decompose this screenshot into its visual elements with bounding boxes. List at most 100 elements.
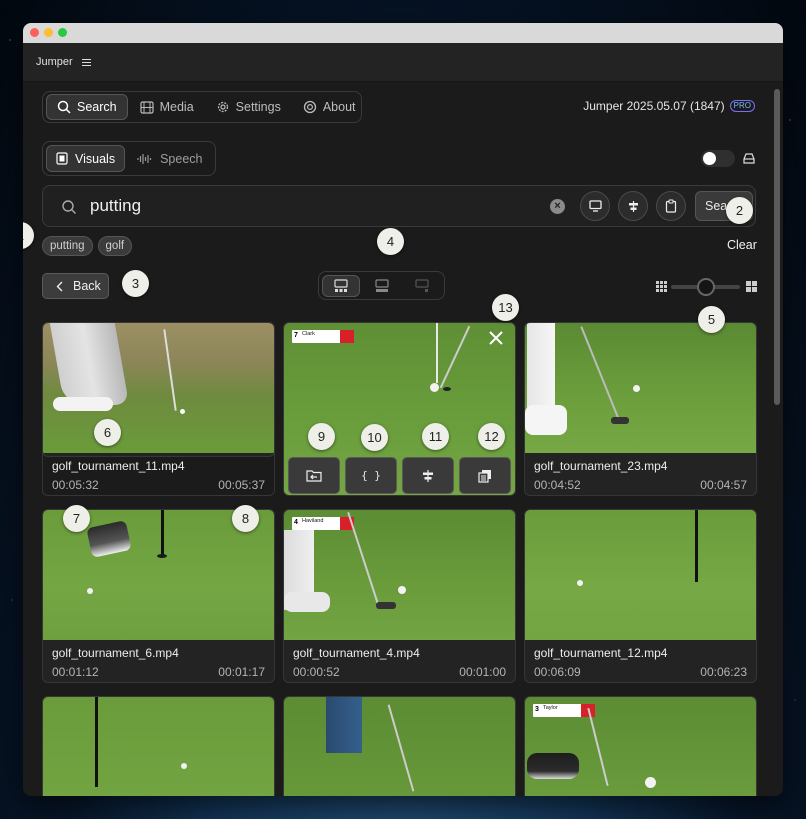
braces-icon: { }: [361, 469, 381, 482]
align-icon: [423, 469, 433, 482]
video-thumbnail[interactable]: 7 Clark { }: [284, 323, 515, 495]
mode-label: Speech: [160, 151, 203, 166]
small-grid-icon: [656, 281, 667, 292]
align-center-button[interactable]: [618, 191, 648, 221]
callout-badge: 9: [308, 423, 335, 450]
video-thumbnail[interactable]: 4 Haviland: [284, 510, 515, 640]
tab-label: Media: [159, 100, 194, 114]
drive-icon[interactable]: [742, 151, 756, 165]
layout-thumbnail-only[interactable]: [403, 275, 441, 297]
result-card[interactable]: [283, 696, 516, 796]
score-overlay: 4 Haviland: [292, 517, 354, 530]
file-name: golf_tournament_11.mp4: [52, 459, 185, 473]
mode-visuals[interactable]: Visuals: [46, 145, 126, 172]
start-time: 00:04:52: [534, 478, 581, 492]
hamburger-menu-icon[interactable]: [81, 58, 91, 66]
video-thumbnail[interactable]: [43, 697, 274, 796]
folder-icon: [306, 470, 322, 482]
putter: [347, 512, 379, 604]
video-thumbnail[interactable]: [525, 323, 756, 453]
card-actions: { }: [288, 457, 511, 494]
tag-chip[interactable]: golf: [97, 236, 133, 256]
layout-thumbnail-info[interactable]: [363, 275, 401, 297]
player-shoes: [525, 405, 567, 435]
end-time: 00:04:57: [700, 478, 747, 492]
copy-json-button[interactable]: { }: [345, 457, 397, 494]
film-frame-icon: [56, 152, 68, 165]
align-center-icon: [628, 200, 638, 212]
search-mode-switch: Visuals Speech: [42, 141, 216, 176]
result-card[interactable]: 4 Haviland golf_tournament_4.mp4 00:00:5…: [283, 509, 516, 683]
title-bar: [23, 23, 783, 43]
video-thumbnail[interactable]: [525, 510, 756, 640]
close-icon[interactable]: [487, 329, 505, 352]
clear-query-icon[interactable]: ×: [550, 199, 565, 214]
tab-about[interactable]: About: [293, 94, 366, 120]
toggle-switch[interactable]: [701, 150, 735, 167]
result-card-selected[interactable]: 7 Clark { }: [283, 322, 516, 496]
search-bar: putting × Search: [42, 185, 756, 227]
stack-clips-button[interactable]: [459, 457, 511, 494]
search-input[interactable]: putting: [90, 196, 141, 216]
start-time: 00:01:12: [52, 665, 99, 679]
zoom-window-button[interactable]: [58, 28, 67, 37]
result-card[interactable]: golf_tournament_6.mp4 00:01:12 00:01:17: [42, 509, 275, 683]
score-number: 4: [294, 519, 298, 526]
tab-media[interactable]: Media: [130, 94, 204, 120]
layout-thumbnail-actions[interactable]: [322, 274, 360, 297]
back-button[interactable]: Back: [42, 273, 109, 299]
minimize-window-button[interactable]: [44, 28, 53, 37]
tab-search[interactable]: Search: [46, 94, 128, 120]
thumbnail-size-slider[interactable]: [656, 278, 758, 296]
player-shoes: [86, 520, 132, 558]
result-card[interactable]: golf_tournament_23.mp4 00:04:52 00:04:57: [524, 322, 757, 496]
hole-cup: [157, 554, 167, 558]
score-overlay: 7 Clark: [292, 330, 354, 343]
film-icon: [140, 100, 154, 114]
mode-label: Visuals: [75, 151, 116, 166]
end-time: 00:05:37: [218, 478, 265, 492]
golf-ball: [577, 580, 583, 586]
golf-ball: [398, 586, 406, 594]
result-card[interactable]: golf_tournament_12.mp4 00:06:09 00:06:23: [524, 509, 757, 683]
reveal-folder-button[interactable]: [288, 457, 340, 494]
video-thumbnail[interactable]: 3 Taylor: [525, 697, 756, 796]
pro-badge: PRO: [729, 100, 755, 112]
end-time: 00:01:00: [459, 665, 506, 679]
callout-badge: 2: [726, 197, 753, 224]
callout-badge: 8: [232, 505, 259, 532]
flagstick: [436, 323, 438, 383]
file-name: golf_tournament_4.mp4: [293, 646, 420, 660]
start-time: 00:06:09: [534, 665, 581, 679]
close-window-button[interactable]: [30, 28, 39, 37]
callout-badge: 12: [478, 423, 505, 450]
scrollbar-thumb[interactable]: [774, 89, 780, 405]
waveform-icon: [137, 153, 152, 164]
tag-chips: putting golf: [42, 236, 133, 256]
layout-minimal-icon: [415, 278, 429, 292]
result-card[interactable]: [42, 696, 275, 796]
search-icon: [62, 200, 76, 214]
callout-badge: 11: [422, 423, 449, 450]
main-content: Search Media Settings About Jumper 2025.…: [23, 82, 771, 796]
clipboard-button[interactable]: [656, 191, 686, 221]
tag-chip[interactable]: putting: [42, 236, 93, 256]
app-name: Jumper: [36, 56, 73, 68]
mode-speech[interactable]: Speech: [128, 145, 211, 172]
layout-switch: [318, 271, 445, 300]
result-card[interactable]: 3 Taylor: [524, 696, 757, 796]
putter: [587, 707, 609, 787]
app-window: Jumper Search Media Settings About Jumpe…: [23, 23, 783, 796]
align-clip-button[interactable]: [402, 457, 454, 494]
video-thumbnail[interactable]: [284, 697, 515, 796]
layout-info-icon: [374, 278, 389, 292]
putter-head: [611, 417, 629, 424]
tab-settings[interactable]: Settings: [206, 94, 291, 120]
clear-tags-link[interactable]: Clear: [727, 238, 757, 252]
slider-thumb[interactable]: [697, 278, 715, 296]
player-name: Taylor: [543, 705, 558, 711]
player-shoes: [527, 753, 579, 779]
file-name: golf_tournament_23.mp4: [534, 459, 668, 473]
monitor-button[interactable]: [580, 191, 610, 221]
flagstick: [161, 510, 164, 556]
